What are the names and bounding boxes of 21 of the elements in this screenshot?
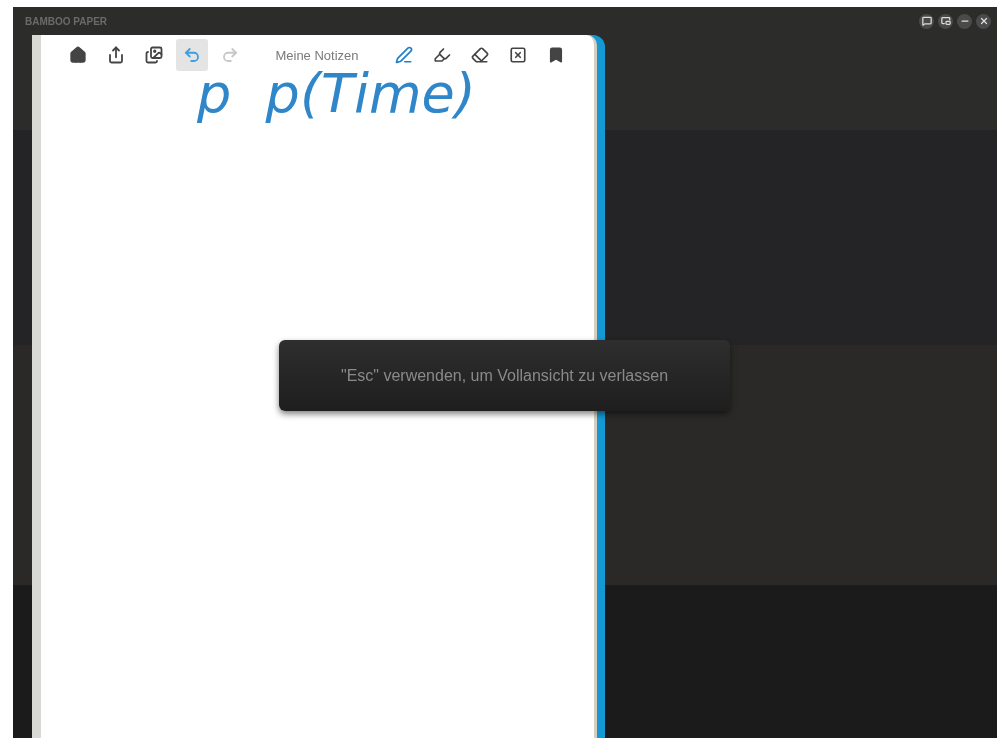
chat-icon bbox=[921, 16, 932, 26]
home-icon bbox=[69, 46, 87, 64]
picture-in-picture-icon bbox=[940, 16, 951, 26]
notebook-title: Meine Notizen bbox=[274, 47, 360, 63]
minimize-button[interactable] bbox=[957, 13, 972, 29]
images-icon bbox=[145, 46, 163, 64]
undo-icon bbox=[183, 46, 201, 64]
window-title: BAMBOO PAPER bbox=[25, 15, 108, 27]
window-mode-button[interactable] bbox=[938, 13, 953, 29]
handwritten-note: p p(Time) bbox=[197, 62, 476, 125]
bookmark-icon bbox=[547, 46, 565, 64]
eraser-icon bbox=[471, 46, 489, 64]
redo-icon bbox=[221, 46, 239, 64]
clear-page-icon bbox=[509, 46, 527, 64]
toast-message: "Esc" verwenden, um Vollansicht zu verlassen bbox=[340, 366, 669, 385]
close-button[interactable] bbox=[976, 13, 991, 29]
highlighter-icon bbox=[433, 46, 451, 64]
share-icon bbox=[107, 46, 125, 64]
feedback-button[interactable] bbox=[919, 13, 934, 29]
pen-icon bbox=[395, 46, 413, 64]
close-icon bbox=[978, 16, 989, 26]
